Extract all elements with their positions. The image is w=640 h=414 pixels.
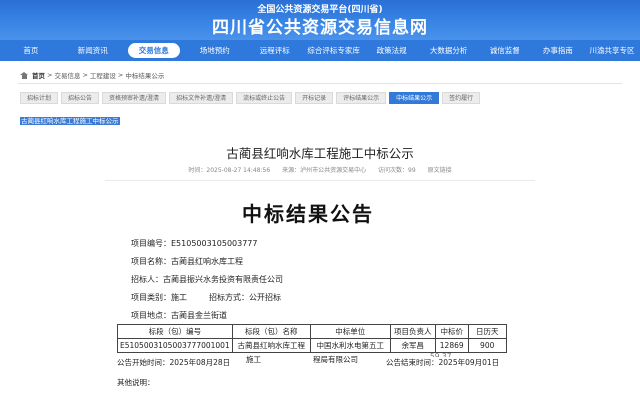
divider (105, 180, 535, 181)
project-number: 项目编号：E5105003105003777 (131, 239, 258, 248)
nav-policy[interactable]: 政策法规 (364, 40, 420, 61)
calendar-days: 900 (467, 338, 507, 353)
bidder-overflow: 程局有限公司 (313, 355, 358, 364)
project-name: 项目名称：古蔺县红响水库工程 (131, 257, 243, 266)
article-title: 古蔺县红响水库工程施工中标公示 (226, 146, 414, 161)
main-nav: 首页 新闻资讯 交易信息 场地预约 远程评标 综合评标专家库 政策法规 大数据分析 诚信监督 办事… (0, 40, 640, 61)
lot-name: 古蔺县红响水库工程 (231, 338, 311, 353)
tab-7[interactable]: 中标结果公示 (389, 92, 440, 104)
tab-8[interactable]: 签约履行 (442, 92, 481, 104)
nav-integrity[interactable]: 诚信监督 (478, 40, 532, 61)
column-header: 中标单位 (309, 324, 391, 339)
tab-6[interactable]: 评标结果公示 (336, 92, 387, 104)
breadcrumb-home[interactable]: 首页 (32, 70, 45, 80)
nav-remote-eval[interactable]: 远程评标 (246, 40, 304, 61)
result-table: 标段（包）编号 标段（包）名称 中标单位 项目负责人 中标价 日历天 E5105… (117, 324, 507, 353)
project-category: 项目类别：施工 (131, 293, 187, 302)
selected-text: 古蔺县红响水库工程施工中标公示 (20, 117, 120, 125)
lot-number: E5105003105003777001001 (117, 338, 233, 353)
tab-4[interactable]: 流标或终止公告 (236, 92, 293, 104)
project-location: 项目地点：古蔺县金兰街道 (131, 311, 227, 320)
tab-5[interactable]: 开标记录 (295, 92, 334, 104)
article-meta: 时间：2025-08-27 14:48:56 来源：泸州市公共资源交易中心 访问… (0, 165, 640, 174)
original-link[interactable]: 原文链接 (428, 167, 452, 174)
lot-name-overflow: 施工 (246, 355, 261, 364)
site-title: 四川省公共资源交易信息网 (212, 18, 428, 38)
notice-start-time: 公告开始时间：2025年08月28日 (117, 358, 231, 367)
nav-news[interactable]: 新闻资讯 (62, 40, 124, 61)
table-header-row: 标段（包）编号 标段（包）名称 中标单位 项目负责人 中标价 日历天 (117, 324, 507, 339)
winning-bidder: 中国水利水电第五工 (309, 338, 391, 353)
column-header: 项目负责人 (389, 324, 436, 339)
tenderer: 招标人：古蔺县振兴水务投资有限责任公司 (131, 275, 283, 284)
breadcrumb-trade-info[interactable]: 交易信息 (54, 70, 80, 80)
header-banner: 全国公共资源交易平台(四川省) 四川省公共资源交易信息网 (0, 0, 640, 40)
category-tabs: 招标计划 招标公告 资格预审补遗/澄清 招标文件补遗/澄清 流标或终止公告 开标记录 评标结… (20, 92, 481, 104)
home-icon (20, 71, 28, 79)
nav-venue[interactable]: 场地预约 (184, 40, 246, 61)
divider (18, 83, 622, 84)
article-source: 来源：泸州市公共资源交易中心 (282, 167, 367, 174)
nav-home[interactable]: 首页 (0, 40, 62, 61)
breadcrumb-sep: > (47, 71, 53, 79)
tab-1[interactable]: 招标公告 (61, 92, 100, 104)
project-manager: 余军昌 (389, 338, 436, 353)
breadcrumb-engineering[interactable]: 工程建设 (90, 70, 116, 80)
table-row: E5105003105003777001001 古蔺县红响水库工程 中国水利水电… (117, 338, 507, 353)
other-notes: 其他说明： (117, 378, 155, 387)
notice-heading: 中标结果公告 (242, 202, 374, 226)
breadcrumb-sep: > (82, 71, 88, 79)
tab-3[interactable]: 招标文件补遗/澄清 (169, 92, 234, 104)
winning-price: 12869 (434, 338, 469, 353)
nav-guide[interactable]: 办事指南 (532, 40, 584, 61)
column-header: 日历天 (467, 324, 507, 339)
nav-experts[interactable]: 综合评标专家库 (304, 40, 364, 61)
publish-time: 时间：2025-08-27 14:48:56 (188, 167, 271, 174)
breadcrumb-current: 中标结果公示 (125, 72, 165, 80)
breadcrumb: 首页 > 交易信息 > 工程建设 > 中标结果公示 (20, 70, 164, 80)
nav-trade-info[interactable]: 交易信息 (127, 43, 180, 58)
view-count: 访问次数：99 (378, 167, 416, 174)
column-header: 中标价 (434, 324, 469, 339)
column-header: 标段（包）名称 (231, 324, 311, 339)
nav-bigdata[interactable]: 大数据分析 (420, 40, 478, 61)
nav-chuanyu[interactable]: 川渝共享专区 (584, 40, 640, 61)
tab-2[interactable]: 资格预审补遗/澄清 (102, 92, 167, 104)
tab-0[interactable]: 招标计划 (20, 92, 59, 104)
notice-end-time: 公告结束时间：2025年09月01日 (386, 357, 502, 368)
column-header: 标段（包）编号 (117, 324, 233, 339)
breadcrumb-sep: > (117, 71, 124, 79)
tender-method: 招标方式：公开招标 (209, 293, 281, 302)
